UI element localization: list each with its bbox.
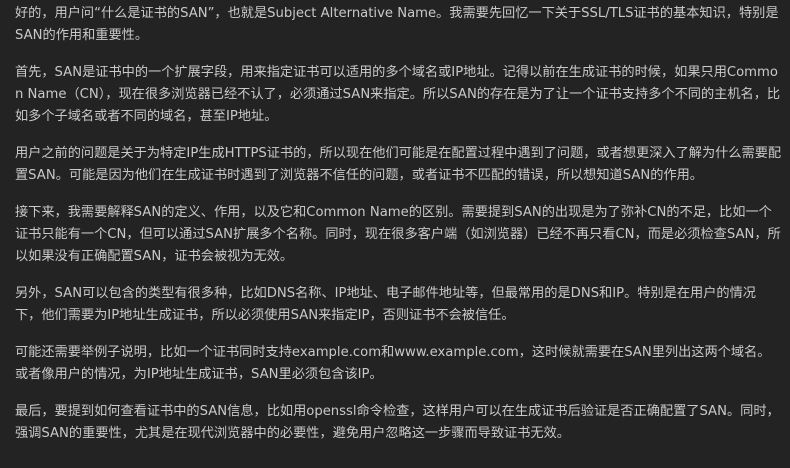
paragraph-intro: 好的，用户问“什么是证书的SAN”，也就是Subject Alternative… (15, 6, 779, 43)
reasoning-text-panel: 好的，用户问“什么是证书的SAN”，也就是Subject Alternative… (0, 0, 790, 468)
paragraph-san-types: 另外，SAN可以包含的类型有很多种，比如DNS名称、IP地址、电子邮件地址等，但… (15, 286, 756, 323)
paragraph-user-context: 用户之前的问题是关于为特定IP生成HTTPS证书的，所以现在他们可能是在配置过程… (15, 146, 782, 183)
paragraph-examples: 可能还需要举例子说明，比如一个证书同时支持example.com和www.exa… (15, 345, 771, 382)
paragraph-san-vs-cn: 接下来，我需要解释SAN的定义、作用，以及它和Common Name的区别。需要… (15, 205, 781, 264)
paragraph-conclusion: 最后，要提到如何查看证书中的SAN信息，比如用openssl命令检查，这样用户可… (15, 404, 780, 441)
paragraph-san-definition: 首先，SAN是证书中的一个扩展字段，用来指定证书可以适用的多个域名或IP地址。记… (15, 65, 781, 124)
